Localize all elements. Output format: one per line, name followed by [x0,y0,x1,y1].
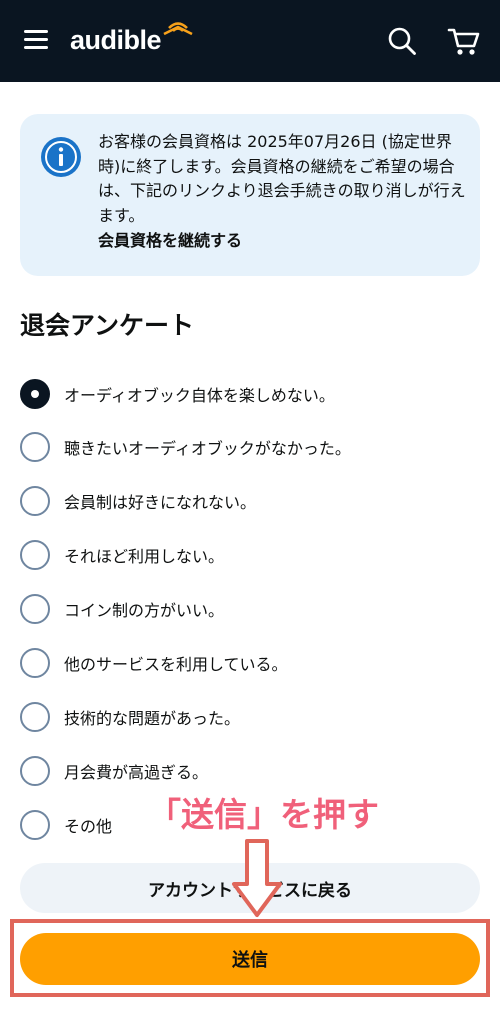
radio-button[interactable] [20,432,50,462]
option-label: 会員制は好きになれない。 [64,493,257,512]
option-label: 他のサービスを利用している。 [64,655,288,674]
cart-icon[interactable] [447,26,481,56]
membership-notice: お客様の会員資格は 2025年07月26日 (協定世界時)に終了します。会員資格… [20,114,480,276]
search-icon[interactable] [387,26,417,56]
radio-button-selected[interactable] [20,379,50,409]
radio-button[interactable] [20,540,50,570]
option-label: その他 [64,817,113,836]
option-label: それほど利用しない。 [64,547,225,566]
option-label: 聴きたいオーディオブックがなかった。 [64,439,351,458]
survey-title: 退会アンケート [20,311,195,340]
survey-option[interactable]: 月会費が高過ぎる。 [20,751,480,791]
option-label: 技術的な問題があった。 [64,709,241,728]
option-label: 月会費が高過ぎる。 [64,763,209,782]
survey-option[interactable]: オーディオブック自体を楽しめない。 [20,374,480,414]
continue-membership-link[interactable]: 会員資格を継続する [98,227,242,251]
submit-button[interactable]: 送信 [20,933,480,985]
radio-button[interactable] [20,810,50,840]
annotation-label: 「送信」を押す [148,795,379,834]
survey-option[interactable]: コイン制の方がいい。 [20,589,480,629]
survey-option[interactable]: 他のサービスを利用している。 [20,643,480,683]
audible-logo[interactable]: audible [70,20,196,60]
hamburger-menu-icon[interactable] [24,30,48,50]
radio-button[interactable] [20,486,50,516]
top-bar: audible [0,0,500,82]
survey-option[interactable]: それほど利用しない。 [20,535,480,575]
survey-option[interactable]: 会員制は好きになれない。 [20,481,480,521]
radio-button[interactable] [20,594,50,624]
survey-option[interactable]: 技術的な問題があった。 [20,697,480,737]
radio-button[interactable] [20,756,50,786]
logo-text: audible [70,25,162,55]
option-label: コイン制の方がいい。 [64,601,225,620]
survey-option[interactable]: 聴きたいオーディオブックがなかった。 [20,427,480,467]
arrow-down-icon [232,839,282,917]
radio-button[interactable] [20,648,50,678]
info-icon [41,137,81,177]
option-label: オーディオブック自体を楽しめない。 [64,386,335,405]
radio-button[interactable] [20,702,50,732]
logo-signal-icon [163,22,193,36]
notice-text: お客様の会員資格は 2025年07月26日 (協定世界時)に終了します。会員資格… [98,132,466,225]
